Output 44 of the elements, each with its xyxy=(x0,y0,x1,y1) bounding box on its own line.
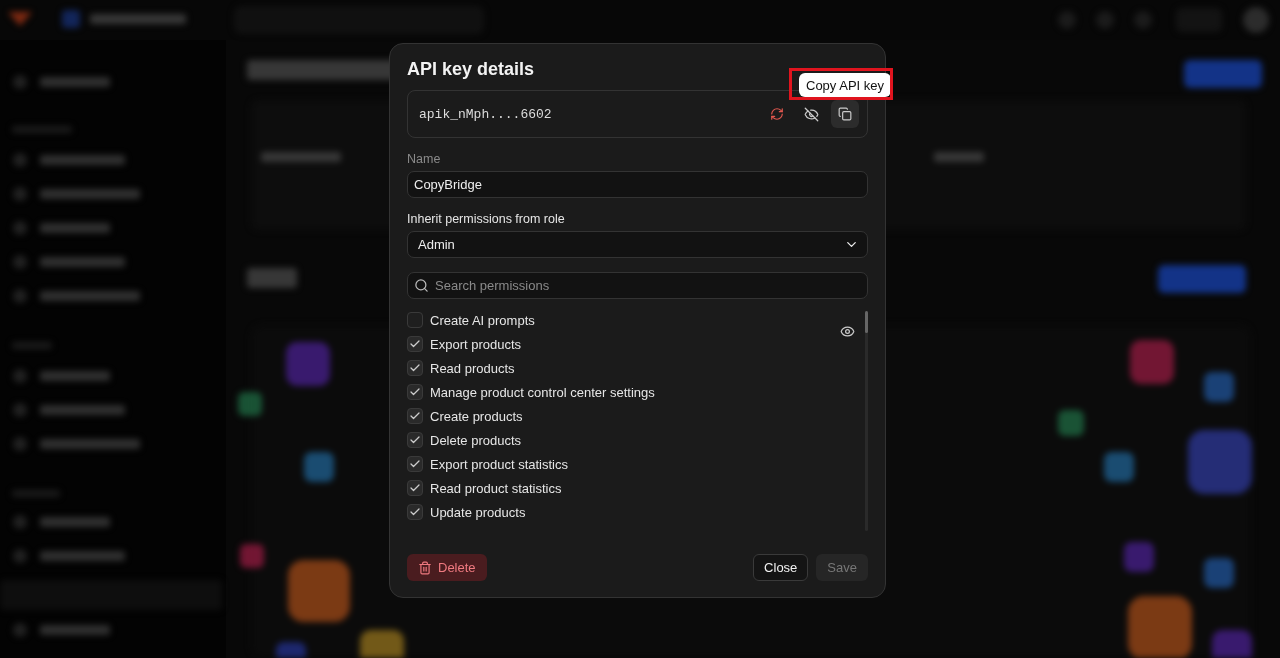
permission-label: Update products xyxy=(430,504,526,520)
permission-label: Read product statistics xyxy=(430,480,562,496)
checkbox[interactable] xyxy=(407,432,423,448)
checkbox[interactable] xyxy=(407,336,423,352)
permission-label: Create products xyxy=(430,408,523,424)
tooltip: Copy API key xyxy=(799,73,892,97)
refresh-icon xyxy=(770,107,784,121)
permission-label: Export product statistics xyxy=(430,456,568,472)
checkmark-icon xyxy=(409,458,421,470)
checkmark-icon xyxy=(409,506,421,518)
search-field[interactable]: Search permissions xyxy=(407,272,868,299)
checkmark-icon xyxy=(409,362,421,374)
checkbox[interactable] xyxy=(407,456,423,472)
copy-button[interactable] xyxy=(831,100,859,128)
checkmark-icon xyxy=(409,410,421,422)
role-select[interactable]: Admin xyxy=(407,231,868,258)
checkbox[interactable] xyxy=(407,360,423,376)
checkbox[interactable] xyxy=(407,384,423,400)
permission-label: Export products xyxy=(430,336,522,352)
permission-label: Create AI prompts xyxy=(430,312,535,328)
close-button[interactable]: Close xyxy=(753,554,809,581)
checkmark-icon xyxy=(409,482,421,494)
name-field[interactable]: CopyBridge xyxy=(407,171,868,198)
checkmark-icon xyxy=(409,386,421,398)
checkbox[interactable] xyxy=(407,408,423,424)
checkbox[interactable] xyxy=(407,504,423,520)
checkbox[interactable] xyxy=(407,480,423,496)
eye-icon[interactable] xyxy=(840,324,855,339)
permission-label: Delete products xyxy=(430,432,522,448)
checkmark-icon xyxy=(409,434,421,446)
checkbox[interactable] xyxy=(407,312,423,328)
dialog-title: API key details xyxy=(407,58,536,80)
delete-button[interactable]: Delete xyxy=(407,554,487,581)
field-label: Inherit permissions from role xyxy=(407,212,566,226)
api-key-text: apik_nMph....6602 xyxy=(419,106,553,122)
search-icon xyxy=(414,278,429,293)
permission-label: Manage product control center settings xyxy=(430,384,655,400)
copy-icon xyxy=(838,107,852,121)
field-label: Name xyxy=(407,152,442,166)
eye-off-icon xyxy=(803,106,819,122)
trash-icon xyxy=(418,560,432,575)
scrollbar-thumb[interactable] xyxy=(865,311,868,333)
checkmark-icon xyxy=(409,338,421,350)
permission-label: Read products xyxy=(430,360,515,376)
